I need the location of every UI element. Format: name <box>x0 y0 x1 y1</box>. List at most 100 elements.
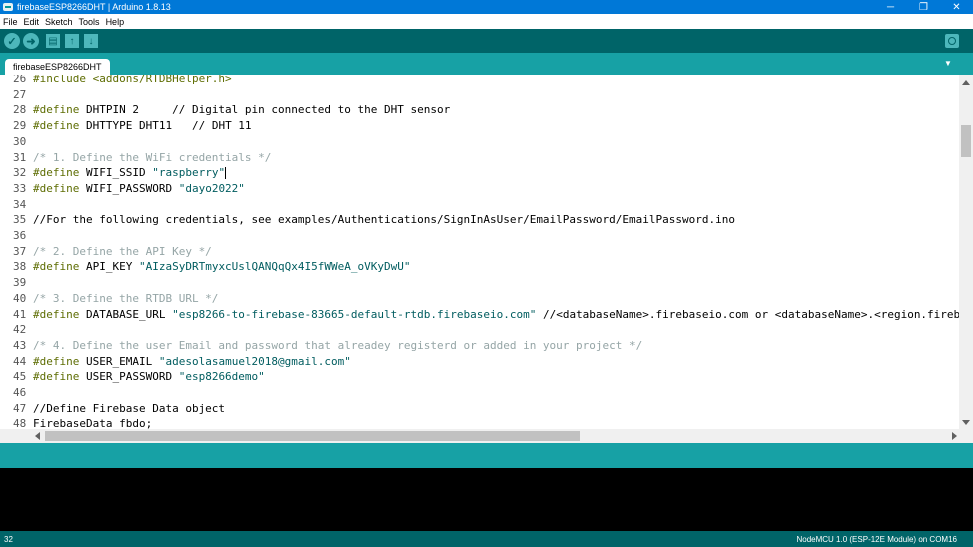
vertical-scrollbar[interactable] <box>959 75 973 429</box>
code-token: #define <box>33 370 80 384</box>
scroll-right-icon[interactable] <box>952 432 957 440</box>
toolbar: ✓ ➜ ▤ ↑ ↓ <box>0 29 973 53</box>
minimize-button[interactable]: ─ <box>874 0 907 14</box>
status-bar <box>0 443 973 468</box>
code-editor[interactable]: 26 #include <addons/RTDBHelper.h> 27 28 #def… <box>0 75 959 429</box>
open-icon[interactable]: ↑ <box>65 34 79 48</box>
code-line[interactable]: #define WIFI_PASSWORD "dayo2022" <box>33 181 245 197</box>
upload-icon[interactable]: ➜ <box>23 33 39 49</box>
code-token: //For the following credentials, see exa… <box>33 213 735 227</box>
scroll-down-icon[interactable] <box>962 420 970 425</box>
line-number: 38 <box>13 260 27 274</box>
menu-sketch[interactable]: Sketch <box>45 17 73 27</box>
code-token: /* 1. Define the WiFi credentials */ <box>33 150 272 164</box>
line-number: 27 <box>13 87 27 101</box>
code-token: FirebaseData fbdo; <box>33 417 153 429</box>
code-token: #define <box>33 260 80 274</box>
line-number: 47 <box>13 401 27 415</box>
code-token: USER_PASSWORD <box>79 370 179 384</box>
code-token: #define <box>33 181 80 195</box>
code-line[interactable]: #define USER_PASSWORD "esp8266demo" <box>33 369 265 385</box>
code-token: "dayo2022" <box>178 181 245 195</box>
line-number: 37 <box>13 244 27 258</box>
line-number: 34 <box>13 197 27 211</box>
line-number: 45 <box>13 370 27 384</box>
code-line[interactable]: /* 3. Define the RTDB URL */ <box>33 291 218 307</box>
line-number: 30 <box>13 134 27 148</box>
menu-file[interactable]: File <box>3 17 18 27</box>
code-token: #define <box>33 307 80 321</box>
code-line[interactable]: #define DATABASE_URL "esp8266-to-firebas… <box>33 307 959 323</box>
code-token: "raspberry" <box>152 166 226 180</box>
maximize-button[interactable]: ❐ <box>907 0 940 14</box>
new-icon[interactable]: ▤ <box>46 34 60 48</box>
scroll-up-icon[interactable] <box>962 80 970 85</box>
code-line[interactable]: //For the following credentials, see exa… <box>33 212 735 228</box>
code-line[interactable]: #define DHTPIN 2 // Digital pin connecte… <box>33 102 450 118</box>
code-token: #define <box>33 119 80 133</box>
code-line[interactable]: //Define Firebase Data object <box>33 401 225 417</box>
tab-sketch[interactable]: firebaseESP8266DHT <box>5 59 110 75</box>
verify-icon[interactable]: ✓ <box>4 33 20 49</box>
code-line[interactable]: FirebaseData fbdo; <box>33 416 152 429</box>
code-token: /* 3. Define the RTDB URL */ <box>33 291 219 305</box>
code-line[interactable]: #define API_KEY "AIzaSyDRTmyxcUslQANQqQx… <box>33 259 411 275</box>
line-number: 29 <box>13 119 27 133</box>
menu-bar: File Edit Sketch Tools Help <box>0 14 973 29</box>
line-number: 28 <box>13 103 27 117</box>
line-number: 48 <box>13 417 27 429</box>
code-token: "esp8266demo" <box>178 370 265 384</box>
code-line[interactable]: /* 2. Define the API Key */ <box>33 244 212 260</box>
current-line-number: 32 <box>4 535 13 544</box>
code-token: // DHT 11 <box>191 119 252 133</box>
window-title: firebaseESP8266DHT | Arduino 1.8.13 <box>17 2 171 12</box>
line-number: 33 <box>13 181 27 195</box>
horizontal-scrollbar[interactable] <box>0 429 973 443</box>
title-bar: firebaseESP8266DHT | Arduino 1.8.13 ─ ❐ … <box>0 0 973 14</box>
code-line[interactable]: #include <addons/RTDBHelper.h> <box>33 75 232 87</box>
serial-monitor-icon[interactable] <box>945 34 959 48</box>
code-token: DHTPIN 2 <box>79 103 173 117</box>
code-token: #define <box>33 166 80 180</box>
tabs-bar: firebaseESP8266DHT ▼ <box>0 53 973 75</box>
footer-bar: 32 NodeMCU 1.0 (ESP-12E Module) on COM16 <box>0 531 973 547</box>
code-token: "adesolasamuel2018@gmail.com" <box>158 354 351 368</box>
console-output[interactable] <box>0 468 973 531</box>
scroll-left-icon[interactable] <box>35 432 40 440</box>
code-line[interactable]: #define DHTTYPE DHT11 // DHT 11 <box>33 118 252 134</box>
code-token: #include <addons/RTDBHelper.h> <box>33 75 232 85</box>
save-icon[interactable]: ↓ <box>84 34 98 48</box>
code-line[interactable]: /* 4. Define the user Email and password… <box>33 338 642 354</box>
code-token: DHTTYPE DHT11 <box>79 119 192 133</box>
code-token: /* 2. Define the API Key */ <box>33 244 212 258</box>
code-token: DATABASE_URL <box>79 307 173 321</box>
line-number: 35 <box>13 213 27 227</box>
menu-help[interactable]: Help <box>106 17 125 27</box>
code-line[interactable]: /* 1. Define the WiFi credentials */ <box>33 150 271 166</box>
menu-tools[interactable]: Tools <box>79 17 100 27</box>
line-number: 31 <box>13 150 27 164</box>
code-token: //<databaseName>.firebaseio.com or <data… <box>542 307 959 321</box>
code-token: /* 4. Define the user Email and password… <box>33 338 643 352</box>
close-button[interactable]: ✕ <box>940 0 973 14</box>
code-token: // Digital pin connected to the DHT sens… <box>172 103 451 117</box>
line-number: 26 <box>13 75 27 85</box>
line-number: 36 <box>13 229 27 242</box>
code-token: "esp8266-to-firebase-83665-default-rtdb.… <box>172 307 537 321</box>
horizontal-scroll-thumb[interactable] <box>45 431 580 441</box>
code-token: USER_EMAIL <box>79 354 159 368</box>
code-line[interactable]: #define WIFI_SSID "raspberry" <box>33 165 227 181</box>
arduino-logo-icon <box>3 3 13 11</box>
vertical-scroll-thumb[interactable] <box>961 125 971 157</box>
line-number: 40 <box>13 291 27 305</box>
code-token: API_KEY <box>79 260 139 274</box>
code-token: //Define Firebase Data object <box>33 401 226 415</box>
line-number: 44 <box>13 354 27 368</box>
code-line[interactable]: #define USER_EMAIL "adesolasamuel2018@gm… <box>33 354 351 370</box>
line-number: 32 <box>13 166 27 180</box>
tab-menu-dropdown-icon[interactable]: ▼ <box>943 60 953 68</box>
menu-edit[interactable]: Edit <box>24 17 40 27</box>
code-token: #define <box>33 354 80 368</box>
line-number: 39 <box>13 276 27 290</box>
line-number: 41 <box>13 307 27 321</box>
